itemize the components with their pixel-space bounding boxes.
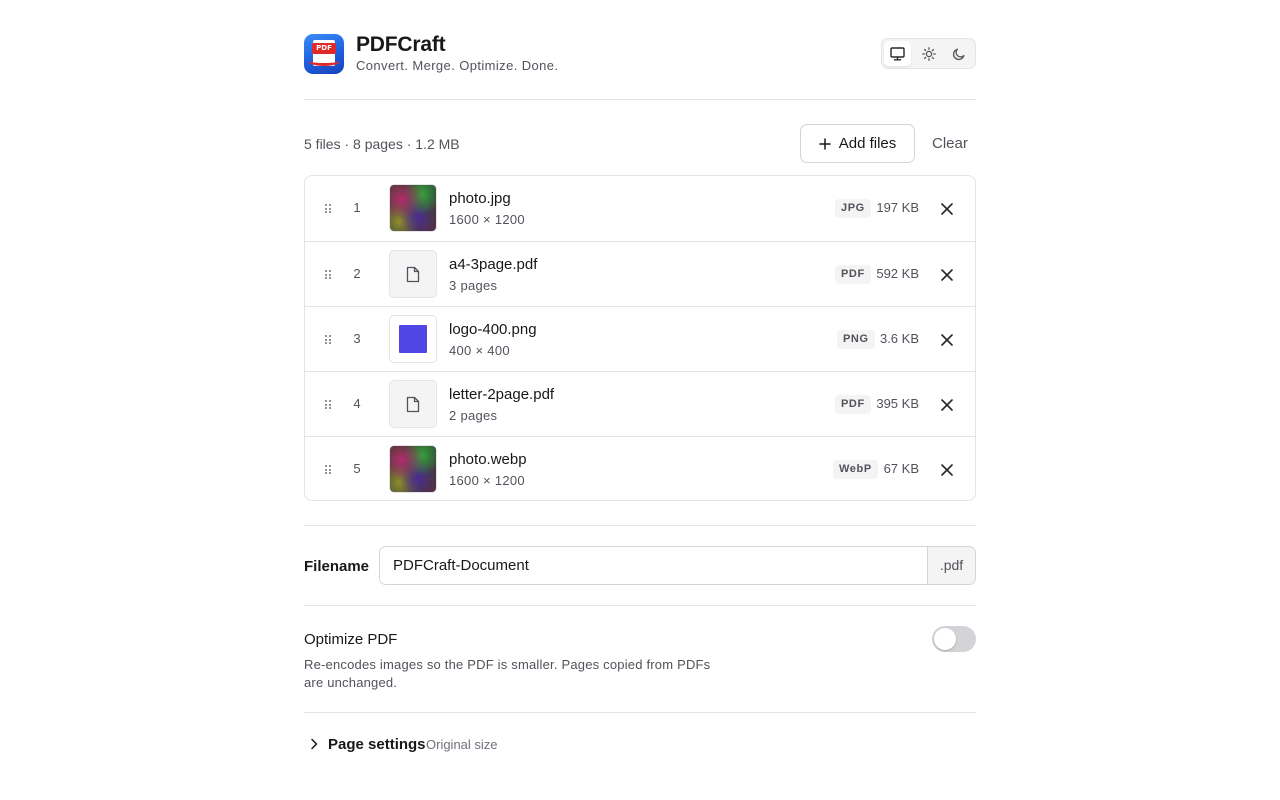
section-divider bbox=[304, 712, 976, 713]
remove-file-icon[interactable] bbox=[939, 397, 955, 413]
file-name: a4-3page.pdf bbox=[449, 256, 538, 273]
file-name: letter-2page.pdf bbox=[449, 386, 555, 403]
clear-button[interactable]: Clear bbox=[932, 136, 968, 152]
file-size: 395 KB bbox=[876, 396, 919, 411]
file-type-badge: PDF bbox=[835, 395, 871, 414]
file-type-badge: WebP bbox=[833, 460, 878, 479]
file-type-badge: PDF bbox=[835, 265, 871, 284]
document-icon bbox=[406, 266, 420, 282]
file-row[interactable]: 1 photo.jpg 1600 × 1200 JPG 197 KB bbox=[305, 176, 975, 241]
drag-handle-icon[interactable] bbox=[325, 335, 333, 344]
filename-label: Filename bbox=[304, 558, 370, 575]
plus-icon bbox=[818, 137, 831, 150]
file-thumbnail bbox=[389, 250, 437, 298]
file-row[interactable]: 5 photo.webp 1600 × 1200 WebP 67 KB bbox=[305, 436, 975, 500]
file-index: 5 bbox=[353, 461, 361, 476]
filename-field-group: .pdf bbox=[379, 546, 976, 585]
remove-file-icon[interactable] bbox=[939, 201, 955, 217]
drag-handle-icon[interactable] bbox=[325, 204, 333, 213]
page-settings-title: Page settings bbox=[328, 736, 426, 753]
app-header: PDF PDFCraft Convert. Merge. Optimize. D… bbox=[304, 34, 976, 74]
file-index: 2 bbox=[353, 266, 361, 281]
file-meta: 1600 × 1200 bbox=[449, 473, 525, 488]
files-summary: 5 files · 8 pages · 1.2 MB bbox=[304, 136, 460, 152]
app-name: PDFCraft bbox=[356, 33, 446, 56]
remove-file-icon[interactable] bbox=[939, 332, 955, 348]
document-icon bbox=[406, 396, 420, 412]
drag-handle-icon[interactable] bbox=[325, 400, 333, 409]
filename-extension: .pdf bbox=[927, 547, 975, 584]
theme-system-button[interactable] bbox=[884, 41, 911, 66]
file-row[interactable]: 4 letter-2page.pdf 2 pages PDF 395 KB bbox=[305, 371, 975, 436]
file-size: 197 KB bbox=[876, 200, 919, 215]
app-logo: PDF bbox=[304, 34, 344, 74]
file-type-badge: PNG bbox=[837, 330, 875, 349]
file-thumbnail bbox=[389, 315, 437, 363]
optimize-description: Re-encodes images so the PDF is smaller.… bbox=[304, 657, 711, 690]
theme-dark-button[interactable] bbox=[945, 41, 972, 66]
logo-badge: PDF bbox=[312, 43, 336, 54]
file-name: photo.webp bbox=[449, 451, 527, 468]
file-index: 4 bbox=[353, 396, 361, 411]
section-divider bbox=[304, 605, 976, 606]
file-row[interactable]: 2 a4-3page.pdf 3 pages PDF 592 KB bbox=[305, 241, 975, 306]
filename-input[interactable] bbox=[380, 547, 928, 584]
file-meta: 1600 × 1200 bbox=[449, 212, 525, 227]
file-thumbnail bbox=[389, 184, 437, 232]
moon-icon bbox=[952, 48, 964, 60]
file-name: logo-400.png bbox=[449, 321, 537, 338]
header-divider bbox=[304, 99, 976, 100]
file-meta: 400 × 400 bbox=[449, 343, 510, 358]
toggle-knob bbox=[934, 628, 956, 650]
theme-switcher bbox=[881, 38, 976, 69]
page-settings-value: Original size bbox=[426, 737, 498, 752]
file-index: 1 bbox=[353, 200, 361, 215]
file-meta: 3 pages bbox=[449, 278, 498, 293]
optimize-toggle[interactable] bbox=[932, 626, 976, 652]
add-files-button[interactable]: Add files bbox=[800, 124, 915, 163]
app-tagline: Convert. Merge. Optimize. Done. bbox=[356, 58, 559, 73]
file-row[interactable]: 3 logo-400.png 400 × 400 PNG 3.6 KB bbox=[305, 306, 975, 371]
file-name: photo.jpg bbox=[449, 190, 511, 207]
drag-handle-icon[interactable] bbox=[325, 465, 333, 474]
add-files-label: Add files bbox=[838, 135, 897, 152]
logo-swoosh bbox=[308, 56, 340, 66]
file-type-badge: JPG bbox=[835, 199, 871, 218]
monitor-icon bbox=[890, 46, 905, 61]
file-index: 3 bbox=[353, 331, 361, 346]
file-thumbnail bbox=[389, 380, 437, 428]
remove-file-icon[interactable] bbox=[939, 267, 955, 283]
section-divider bbox=[304, 525, 976, 526]
chevron-right-icon bbox=[311, 738, 318, 750]
file-meta: 2 pages bbox=[449, 408, 498, 423]
file-thumbnail bbox=[389, 445, 437, 493]
drag-handle-icon[interactable] bbox=[325, 270, 333, 279]
file-size: 3.6 KB bbox=[879, 331, 919, 346]
sun-icon bbox=[921, 46, 936, 61]
file-size: 67 KB bbox=[883, 461, 919, 476]
logo-preview bbox=[399, 325, 427, 353]
file-size: 592 KB bbox=[876, 266, 919, 281]
file-list: 1 photo.jpg 1600 × 1200 JPG 197 KB 2 a4-… bbox=[304, 175, 976, 501]
remove-file-icon[interactable] bbox=[939, 462, 955, 478]
theme-light-button[interactable] bbox=[915, 41, 942, 66]
page-settings-expander[interactable]: Page settings Original size bbox=[304, 734, 604, 754]
optimize-title: Optimize PDF bbox=[304, 631, 398, 648]
